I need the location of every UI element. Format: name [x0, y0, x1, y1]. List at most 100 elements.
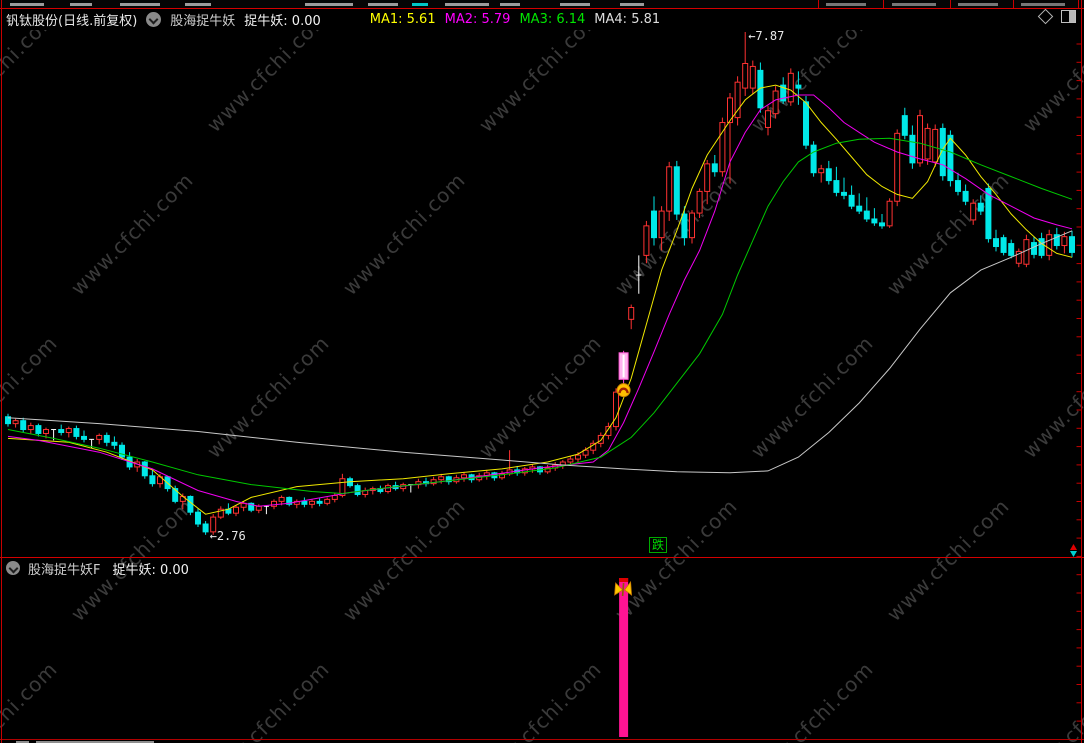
candle — [643, 225, 650, 256]
candle — [977, 202, 984, 212]
candle — [309, 500, 315, 505]
chevron-down-icon[interactable] — [146, 12, 162, 27]
sub-indicator-value: 捉牛妖: 0.00 — [112, 562, 189, 578]
candle — [879, 222, 885, 227]
candle — [894, 132, 901, 202]
mini-up-arrow-icon[interactable] — [1070, 544, 1077, 550]
candle — [354, 485, 361, 495]
candle — [111, 441, 118, 446]
candle — [955, 180, 961, 192]
candle — [1031, 242, 1037, 255]
candle — [917, 115, 923, 164]
toolbar-separator — [1013, 0, 1014, 8]
candle — [141, 461, 148, 477]
chevron-down-icon[interactable] — [6, 561, 20, 575]
cropped-toolbar-button[interactable] — [826, 3, 866, 6]
cropped-toolbar-text — [305, 3, 353, 6]
cropped-toolbar-button[interactable] — [958, 3, 998, 6]
toolbar-separator — [883, 0, 884, 8]
candle — [772, 90, 779, 115]
candle — [947, 134, 954, 182]
cropped-toolbar-button[interactable] — [892, 3, 936, 6]
candle — [461, 474, 467, 479]
fall-badge: 跌 — [649, 537, 668, 553]
candle — [696, 190, 703, 214]
candle — [271, 500, 277, 507]
candle — [149, 475, 156, 485]
candle — [666, 166, 673, 212]
pane-divider[interactable] — [0, 557, 1084, 558]
candle — [985, 187, 992, 240]
candle — [818, 168, 825, 174]
candle — [658, 210, 665, 239]
candle — [65, 428, 72, 433]
candle — [863, 210, 870, 220]
panel-toggle-icon[interactable] — [1061, 10, 1076, 23]
candle — [438, 476, 445, 481]
diamond-icon[interactable] — [1037, 8, 1054, 25]
butterfly-body-icon — [621, 582, 625, 597]
toolbar-separator — [818, 0, 819, 8]
candle — [613, 391, 619, 428]
candle — [27, 425, 34, 431]
candle — [749, 65, 756, 89]
cropped-toolbar-button[interactable] — [1021, 3, 1065, 6]
cropped-toolbar-text — [412, 3, 428, 6]
candle — [841, 191, 847, 196]
candle — [195, 511, 201, 525]
candle — [810, 144, 817, 174]
candle — [681, 213, 688, 239]
indicator-name[interactable]: 股海捉牛妖 — [170, 10, 235, 29]
symbol-title: 钒钛股份(日线.前复权) — [6, 14, 138, 29]
candle — [73, 428, 80, 437]
candle — [43, 429, 49, 434]
toolbar-separator — [950, 0, 951, 8]
app-window: www.cfchi.com www.cfchi.com www.cfchi.com w… — [0, 0, 1084, 743]
cropped-toolbar-text — [445, 3, 489, 6]
candle — [119, 444, 125, 458]
signal-bar[interactable] — [619, 578, 629, 737]
candle — [901, 115, 908, 136]
cropped-toolbar-text — [368, 3, 398, 6]
candle — [12, 420, 19, 425]
candle — [96, 434, 103, 440]
candle — [970, 202, 977, 221]
ma3-label: MA3: 6.14 — [519, 12, 586, 27]
candle — [765, 110, 771, 128]
candle — [103, 434, 110, 443]
right-border — [1081, 0, 1082, 743]
signal-candle-highlight — [622, 354, 625, 378]
candle — [567, 458, 574, 463]
candle — [803, 101, 809, 146]
candle — [1061, 236, 1068, 247]
ma-line-ma2 — [7, 94, 1073, 507]
ma-line-ma4 — [7, 230, 1073, 474]
candle — [711, 163, 718, 173]
candle — [833, 180, 840, 193]
candle — [932, 128, 939, 163]
candle — [597, 434, 604, 444]
candle — [1046, 234, 1053, 256]
candle — [324, 498, 331, 504]
cropped-toolbar-text — [500, 3, 520, 6]
candle — [742, 62, 749, 89]
candle — [993, 238, 999, 248]
candle — [871, 218, 878, 224]
candle — [628, 307, 635, 320]
gold-signal-icon — [616, 383, 631, 398]
main-chart-header: 钒钛股份(日线.前复权) 股海捉牛妖 捉牛妖: 0.00 MA1: 5.61 M… — [0, 9, 1084, 30]
sub-indicator-name[interactable]: 股海捉牛妖F — [28, 559, 100, 578]
toolbar-separator — [1078, 0, 1079, 8]
candle — [35, 425, 42, 434]
candle — [1023, 239, 1030, 265]
candle — [651, 210, 657, 239]
candle — [255, 505, 262, 511]
left-border — [1, 0, 2, 743]
candle — [202, 523, 209, 533]
candle — [575, 454, 581, 460]
top-divider — [0, 8, 1084, 9]
main-chart[interactable]: ←7.87 ←2.76 — [0, 0, 1084, 743]
high-annotation: ←7.87 — [748, 29, 784, 43]
candle — [58, 429, 65, 433]
candle — [81, 435, 87, 440]
